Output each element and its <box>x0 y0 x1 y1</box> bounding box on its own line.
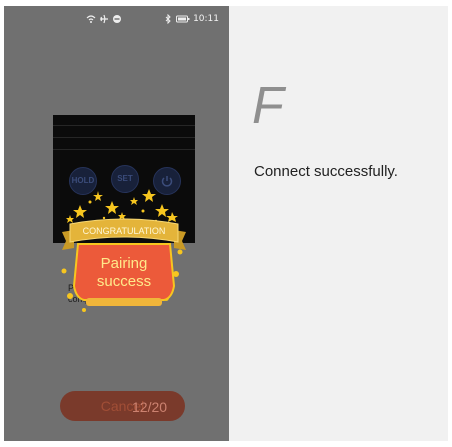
step-letter: F <box>252 77 284 135</box>
pairing-title: Pairing <box>101 255 148 272</box>
step-description: Connect successfully. <box>254 163 398 180</box>
pairing-subtitle: success <box>97 273 151 290</box>
pairing-success-popup: CONGRATULATION Pairing success <box>61 189 186 312</box>
phone-screen: 10:11 HOLD SET Pl... button on the pan..… <box>4 6 229 441</box>
congratulation-banner-text: CONGRATULATION <box>83 226 166 236</box>
